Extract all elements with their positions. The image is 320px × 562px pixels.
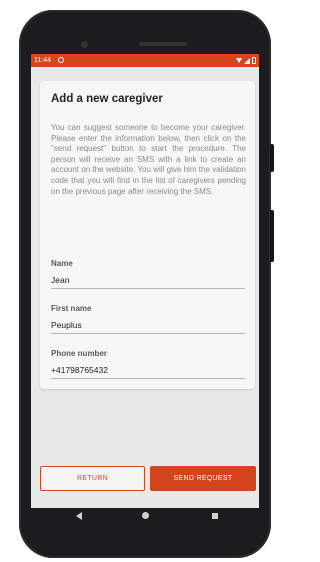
back-icon[interactable] <box>76 512 82 520</box>
app-notification-icon <box>58 57 64 63</box>
send-request-button[interactable]: SEND REQUEST <box>150 466 256 491</box>
phone-number-field[interactable]: Phone number +41798765432 <box>51 348 245 379</box>
front-camera <box>81 41 88 48</box>
wifi-icon <box>236 58 242 63</box>
phone-number-input[interactable]: +41798765432 <box>51 364 245 379</box>
phone-number-label: Phone number <box>51 349 108 358</box>
first-name-input[interactable]: Peuplus <box>51 319 245 334</box>
power-button <box>270 144 274 172</box>
add-caregiver-card: Add a new caregiver You can suggest some… <box>40 81 255 389</box>
name-field[interactable]: Name Jean <box>51 258 245 289</box>
status-icons <box>236 54 256 67</box>
instructions-text: You can suggest someone to become your c… <box>51 123 246 196</box>
home-icon[interactable] <box>142 512 149 519</box>
status-time: 11:44 <box>34 57 51 64</box>
volume-button <box>270 210 274 262</box>
earpiece-speaker <box>139 42 187 46</box>
recents-icon[interactable] <box>212 513 218 519</box>
name-input[interactable]: Jean <box>51 274 245 289</box>
page-title: Add a new caregiver <box>51 93 163 105</box>
first-name-label: First name <box>51 304 92 313</box>
signal-icon <box>244 57 250 64</box>
battery-icon <box>252 57 256 64</box>
system-navigation-bar <box>31 508 259 524</box>
return-button[interactable]: RETURN <box>40 466 145 491</box>
status-bar: 11:44 <box>31 54 259 67</box>
name-label: Name <box>51 259 73 268</box>
app-screen: 11:44 Add a new caregiver You can sugges… <box>31 54 259 508</box>
first-name-field[interactable]: First name Peuplus <box>51 303 245 334</box>
